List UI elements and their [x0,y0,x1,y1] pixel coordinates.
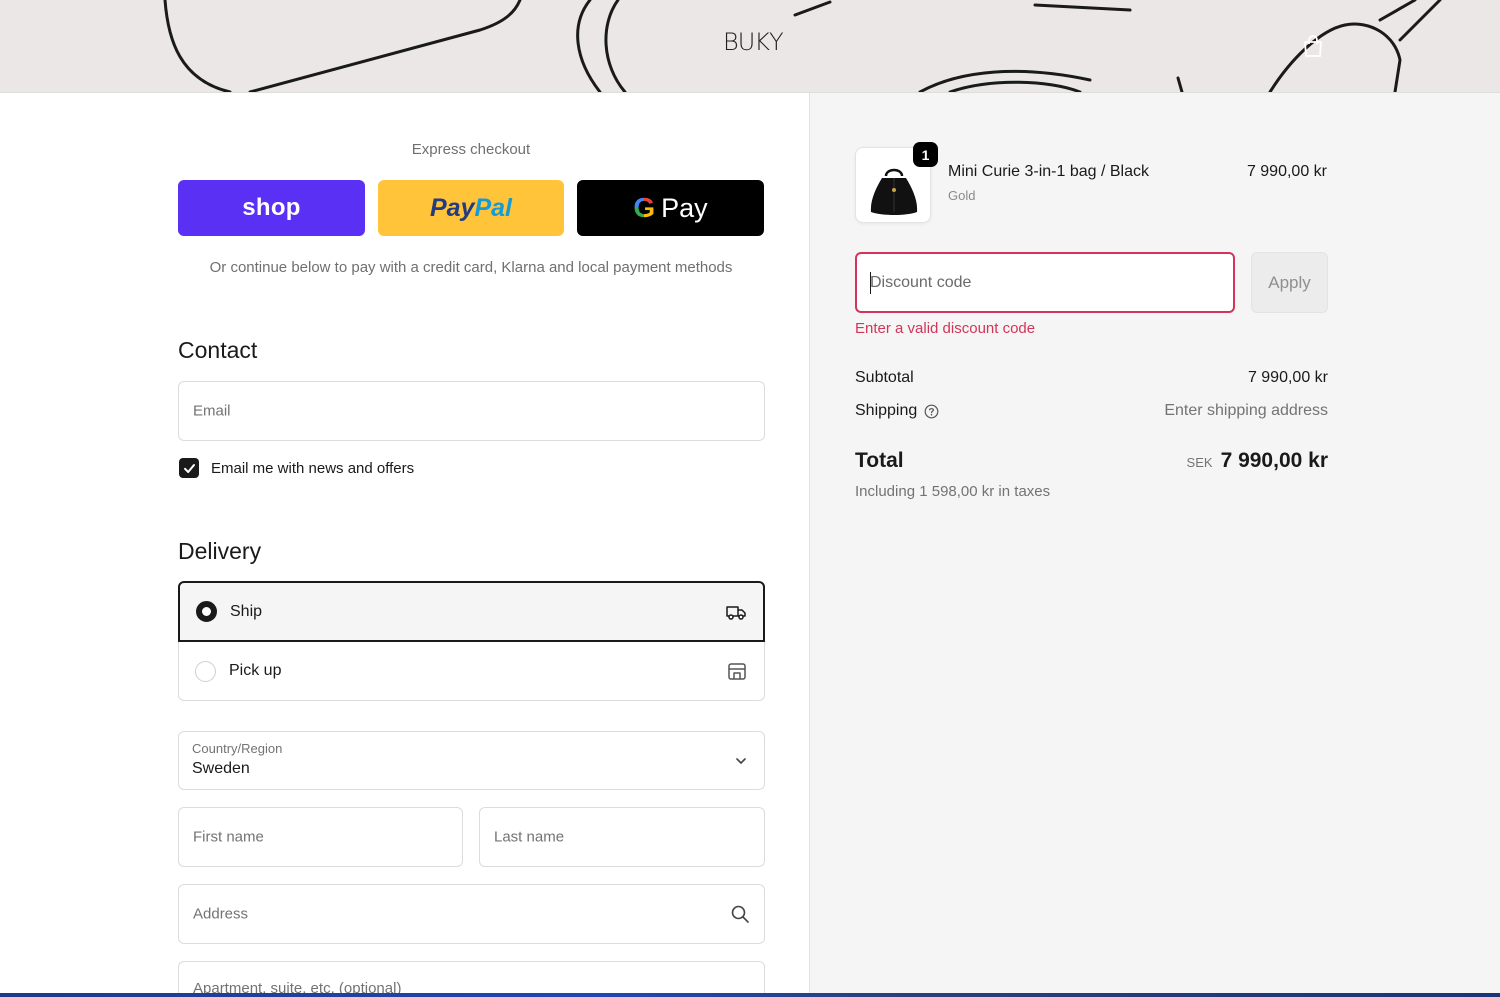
store-icon [728,663,746,680]
help-icon[interactable] [924,404,939,419]
country-select[interactable]: Country/Region Sweden [178,731,765,790]
contact-heading: Contact [178,337,258,363]
apply-discount-button[interactable]: Apply [1251,252,1328,313]
ship-label: Ship [230,602,263,620]
tax-note: Including 1 598,00 kr in taxes [855,483,1051,500]
google-g-icon: G [633,192,656,223]
first-name-placeholder: First name [193,828,264,846]
payment-methods-note: Or continue below to pay with a credit c… [209,259,733,276]
discount-error-message: Enter a valid discount code [855,320,1036,337]
discount-code-input[interactable]: Discount code [855,252,1235,313]
discount-placeholder: Discount code [870,273,972,291]
address-placeholder: Address [193,905,249,923]
apartment-field[interactable]: Apartment, suite, etc. (optional) [178,961,765,997]
subtotal-value: 7 990,00 kr [1247,369,1328,386]
shipping-row-label: Shipping [855,402,939,420]
email-placeholder: Email [193,402,231,420]
ship-radio[interactable] [196,601,217,622]
quantity-badge: 1 [913,142,938,167]
truck-icon [726,605,746,620]
bottom-edge-strip [0,993,1500,997]
google-pay-label: Pay [661,192,708,223]
total-value: 7 990,00 kr [1220,449,1328,472]
last-name-placeholder: Last name [494,828,565,846]
email-field[interactable]: Email [178,381,765,441]
chevron-down-icon [736,758,746,764]
delivery-option-ship[interactable]: Ship [178,581,765,642]
pickup-label: Pick up [229,662,282,679]
paypal-label-pal: Pal [474,193,512,222]
total-amount: SEK 7 990,00 kr [1187,449,1328,473]
total-currency: SEK [1186,455,1213,470]
delivery-method-group: Ship Pick up [178,581,765,701]
express-checkout-label: Express checkout [411,141,531,158]
first-name-field[interactable]: First name [178,807,463,867]
delivery-heading: Delivery [178,538,262,564]
google-pay-button[interactable]: G Pay [577,180,764,236]
product-name: Mini Curie 3-in-1 bag / Black [948,163,1149,180]
shipping-value: Enter shipping address [1164,402,1328,419]
delivery-option-pickup[interactable]: Pick up [178,642,765,701]
product-variant: Gold [948,188,976,203]
newsletter-checkbox[interactable] [179,458,199,478]
country-label: Country/Region [192,741,283,756]
address-field[interactable]: Address [178,884,765,944]
bag-image [870,168,918,215]
shipping-label: Shipping [855,402,918,419]
last-name-field[interactable]: Last name [479,807,765,867]
subtotal-label: Subtotal [855,369,914,386]
header-banner: BUKY [0,0,1500,93]
search-icon [731,905,749,923]
paypal-label-pay: Pay [429,193,475,222]
paypal-button[interactable]: Pay Pal [378,180,564,236]
newsletter-label: Email me with news and offers [211,459,415,477]
shop-pay-button[interactable]: shop [178,180,365,236]
cart-icon[interactable] [1300,33,1326,59]
store-logo[interactable]: BUKY [723,28,784,56]
total-label: Total [855,449,904,472]
shop-pay-label: shop [242,194,301,221]
newsletter-option[interactable]: Email me with news and offers [179,458,414,478]
order-summary-panel [809,93,1500,993]
checkmark-icon [183,463,195,473]
pickup-radio[interactable] [195,660,216,682]
country-value: Sweden [192,760,250,777]
product-price: 7 990,00 kr [1246,163,1327,180]
